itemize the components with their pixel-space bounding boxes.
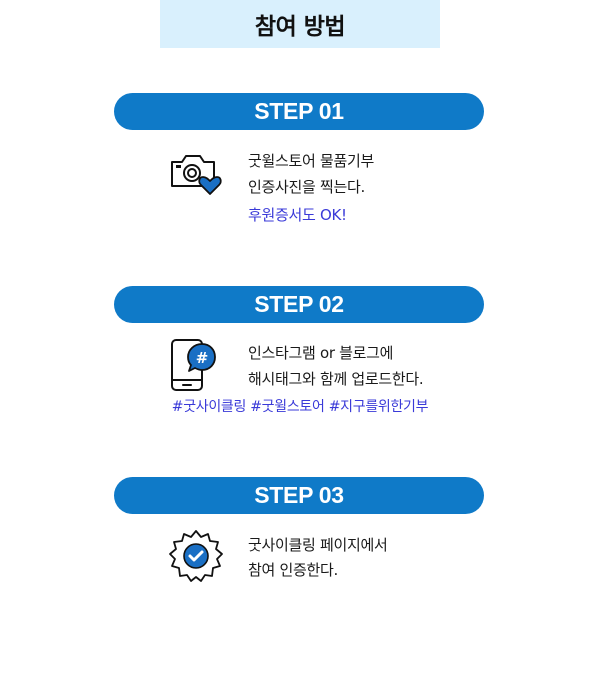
- step-01-note: 후원증서도 OK!: [248, 206, 347, 224]
- step-02-hashtags: #굿사이클링 #굿윌스토어 #지구를위한기부: [171, 399, 429, 415]
- step-02-line-1: 인스타그램 or 블로그에: [248, 344, 394, 362]
- svg-text:#: #: [196, 349, 209, 367]
- step-03-line-2: 참여 인증한다.: [248, 561, 338, 579]
- step-01-line-1: 굿윌스토어 물품기부: [248, 152, 374, 170]
- step-03-line-1: 굿사이클링 페이지에서: [248, 536, 388, 554]
- step-02-label: STEP 02: [254, 291, 344, 317]
- step-03-label: STEP 03: [254, 482, 344, 508]
- step-01-pill: STEP 01: [114, 93, 484, 130]
- step-01-line-2: 인증사진을 찍는다.: [248, 178, 365, 196]
- step-03-pill: STEP 03: [114, 477, 484, 514]
- step-02-line-2: 해시태그와 함께 업로드한다.: [248, 370, 424, 388]
- step-01-label: STEP 01: [254, 98, 344, 124]
- camera-heart-icon: [168, 150, 224, 206]
- title-banner: 참여 방법: [160, 0, 440, 48]
- step-02-pill: STEP 02: [114, 286, 484, 323]
- verified-badge-icon: [168, 528, 224, 584]
- page-title: 참여 방법: [254, 14, 346, 40]
- phone-hashtag-icon: #: [168, 338, 224, 394]
